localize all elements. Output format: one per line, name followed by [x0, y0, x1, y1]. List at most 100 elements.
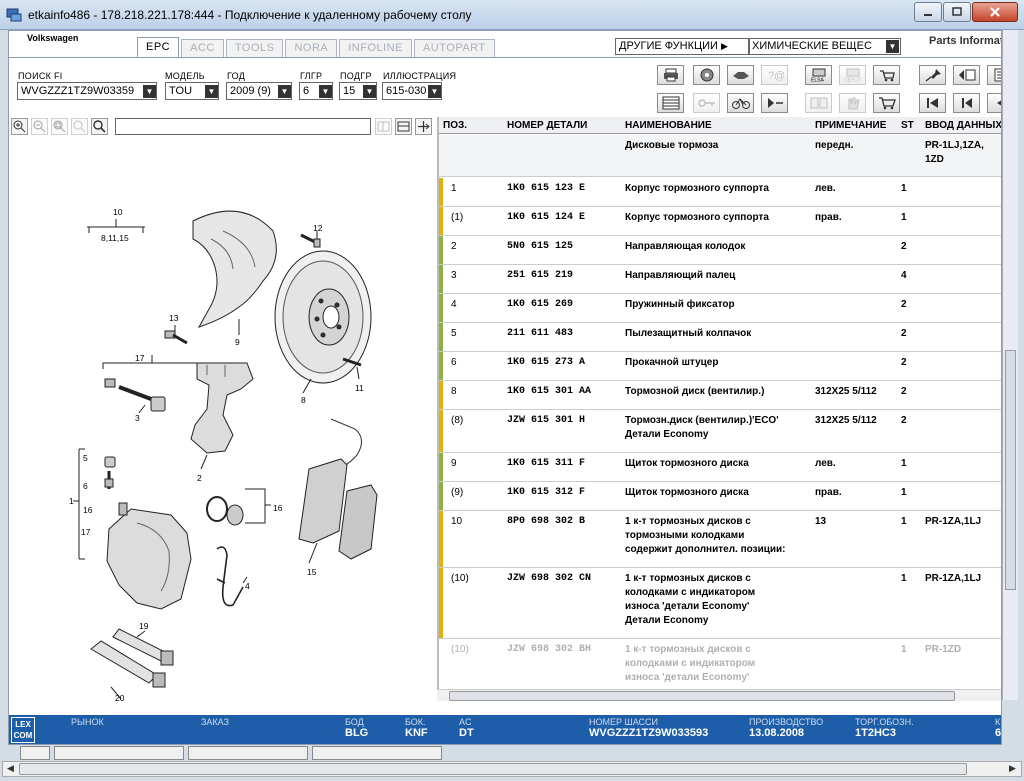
table-row[interactable]: (9) 1K0 615 312 F Щиток тормозного диска пр…: [439, 482, 1001, 511]
bike-button[interactable]: [727, 93, 754, 113]
row-name: Тормозной диск (вентилир.): [625, 386, 765, 397]
taskbar-preview[interactable]: [188, 746, 308, 760]
scrollbar-thumb[interactable]: [19, 763, 967, 775]
cd-button[interactable]: [693, 65, 720, 85]
maximize-button[interactable]: [943, 2, 971, 22]
scrollbar-thumb[interactable]: [1005, 350, 1016, 590]
chevron-down-icon[interactable]: ▼: [143, 85, 156, 98]
table-row[interactable]: 6 1K0 615 273 A Прокачной штуцер 2: [439, 352, 1001, 381]
close-button[interactable]: [972, 2, 1018, 22]
header-st[interactable]: ST: [901, 120, 914, 131]
table-row[interactable]: (8) JZW 615 301 H Тормозн.диск (вентилир.)…: [439, 410, 1001, 453]
elsa-button[interactable]: ELSA: [805, 65, 832, 85]
table-horizontal-scrollbar[interactable]: [437, 689, 1001, 701]
zoom-in-button[interactable]: [11, 118, 28, 135]
scrollbar-thumb[interactable]: [449, 691, 955, 701]
taskbar-preview[interactable]: [54, 746, 184, 760]
table-row[interactable]: 1 1K0 615 123 E Корпус тормозного суппорта…: [439, 178, 1001, 207]
parts-info-label: Parts Informat: [929, 35, 1002, 47]
row-note: 13: [815, 516, 827, 527]
tab-autopart[interactable]: AUTOPART: [413, 39, 495, 57]
vin-field[interactable]: WVGZZZ1TZ9W03359: [17, 82, 157, 100]
pin-button[interactable]: [919, 65, 946, 85]
resize-divider-button[interactable]: [415, 118, 432, 135]
chevron-down-icon[interactable]: ▼: [205, 85, 218, 98]
hand-button[interactable]: [839, 93, 866, 113]
table-row[interactable]: 8 1K0 615 301 AA Тормозной диск (вентилир.…: [439, 381, 1001, 410]
cart-icon: [879, 70, 895, 82]
window-title-bar[interactable]: etkainfo486 - 178.218.221.178:444 - Подк…: [0, 0, 1024, 30]
chemicals-select[interactable]: ХИМИЧЕСКИЕ ВЕЩЕС: [749, 38, 901, 55]
first-page-button[interactable]: [919, 93, 946, 113]
table-header: ПОЗ. НОМЕР ДЕТАЛИ НАИМЕНОВАНИЕ ПРИМЕЧАНИ…: [439, 117, 1001, 134]
table-row[interactable]: 9 1K0 615 311 F Щиток тормозного диска лев.…: [439, 453, 1001, 482]
table-row[interactable]: (10) JZW 698 302 BH 1 к-т тормозных дисков…: [439, 639, 1001, 691]
bicycle-icon: [731, 98, 750, 109]
search-button[interactable]: [91, 118, 108, 135]
row-part-number: JZW 698 302 CN: [507, 573, 592, 584]
row-marker: [439, 568, 443, 638]
parts-list-button[interactable]: [657, 93, 684, 113]
previous-button[interactable]: [953, 93, 980, 113]
horizontal-scrollbar[interactable]: ◀ ▶: [2, 761, 1022, 777]
table-row[interactable]: 2 5N0 615 125 Направляющая колодок 2: [439, 236, 1001, 265]
depot-button[interactable]: DEPOT: [839, 65, 866, 85]
header-name[interactable]: НАИМЕНОВАНИЕ: [625, 120, 712, 131]
vertical-scrollbar[interactable]: [1002, 30, 1018, 700]
row-position: 8: [451, 386, 457, 397]
tab-tools[interactable]: TOOLS: [225, 39, 284, 57]
cart-button[interactable]: [873, 93, 900, 113]
triangle-right-icon[interactable]: ▶: [1009, 763, 1016, 774]
depot-icon: DEPOT: [844, 68, 861, 82]
compare-button[interactable]: [805, 93, 832, 113]
chevron-down-icon[interactable]: ▼: [363, 85, 376, 98]
table-row[interactable]: (1) 1K0 615 124 E Корпус тормозного суппор…: [439, 207, 1001, 236]
zoom-window-button[interactable]: [71, 118, 88, 135]
chevron-down-icon[interactable]: ▼: [428, 85, 441, 98]
back-button[interactable]: [987, 93, 1001, 113]
chevron-down-icon[interactable]: ▼: [278, 85, 291, 98]
handshake-button[interactable]: [727, 65, 754, 85]
layout-button[interactable]: [395, 118, 412, 135]
zoom-fit-button[interactable]: [51, 118, 68, 135]
row-name: Прокачной штуцер: [625, 357, 719, 368]
cart-transfer-button[interactable]: [873, 65, 900, 85]
key-button[interactable]: [693, 93, 720, 113]
header-note[interactable]: ПРИМЕЧАНИЕ: [815, 120, 886, 131]
email-button[interactable]: ?@: [761, 65, 788, 85]
table-row[interactable]: (10) JZW 698 302 CN 1 к-т тормозных дисков…: [439, 568, 1001, 639]
minimize-icon: [924, 14, 932, 16]
table-row[interactable]: 3 251 615 219 Направляющий палец 4: [439, 265, 1001, 294]
header-pos[interactable]: ПОЗ.: [443, 120, 467, 131]
other-functions-menu[interactable]: ДРУГИЕ ФУНКЦИИ ▶: [615, 38, 749, 55]
list-view-button[interactable]: [987, 65, 1001, 85]
table-row[interactable]: 4 1K0 615 269 Пружинный фиксатор 2: [439, 294, 1001, 323]
tab-infoline[interactable]: INFOLINE: [339, 39, 412, 57]
previous-page-button[interactable]: [953, 65, 980, 85]
print-button[interactable]: [657, 65, 684, 85]
split-view-button[interactable]: [375, 118, 392, 135]
table-row[interactable]: 10 8P0 698 302 B 1 к-т тормозных дисков с …: [439, 511, 1001, 568]
zoom-out-button[interactable]: [31, 118, 48, 135]
tab-acc[interactable]: ACC: [181, 39, 224, 57]
group-row[interactable]: Дисковые тормоза передн. PR-1LJ,1ZA, 1ZD: [439, 135, 1001, 177]
tab-nora[interactable]: NORA: [285, 39, 338, 57]
chevron-down-icon[interactable]: ▼: [319, 85, 332, 98]
email-icon: ?@: [768, 70, 784, 82]
triangle-left-icon[interactable]: ◀: [7, 763, 14, 774]
tab-epc[interactable]: EPC: [137, 37, 180, 57]
list-icon: [994, 68, 1001, 82]
chevron-down-icon[interactable]: ▼: [886, 40, 899, 53]
taskbar-preview[interactable]: [312, 746, 442, 760]
callout-label: 5: [83, 453, 88, 463]
taskbar-preview[interactable]: [20, 746, 50, 760]
header-part-number[interactable]: НОМЕР ДЕТАЛИ: [507, 120, 587, 131]
parts-illustration[interactable]: 10 8,11,15 12 13 17 3 9 8 11 2 5 1 16 6 …: [11, 139, 437, 709]
minimize-button[interactable]: [914, 2, 942, 22]
table-row[interactable]: 5 211 611 483 Пылезащитный колпачок 2: [439, 323, 1001, 352]
illustration-search-input[interactable]: [115, 118, 371, 135]
collapse-button[interactable]: [761, 93, 788, 113]
model-value: TOU: [169, 85, 193, 97]
callout-label: 16: [83, 505, 93, 515]
header-input[interactable]: ВВОД ДАННЫХ: [925, 120, 1001, 131]
